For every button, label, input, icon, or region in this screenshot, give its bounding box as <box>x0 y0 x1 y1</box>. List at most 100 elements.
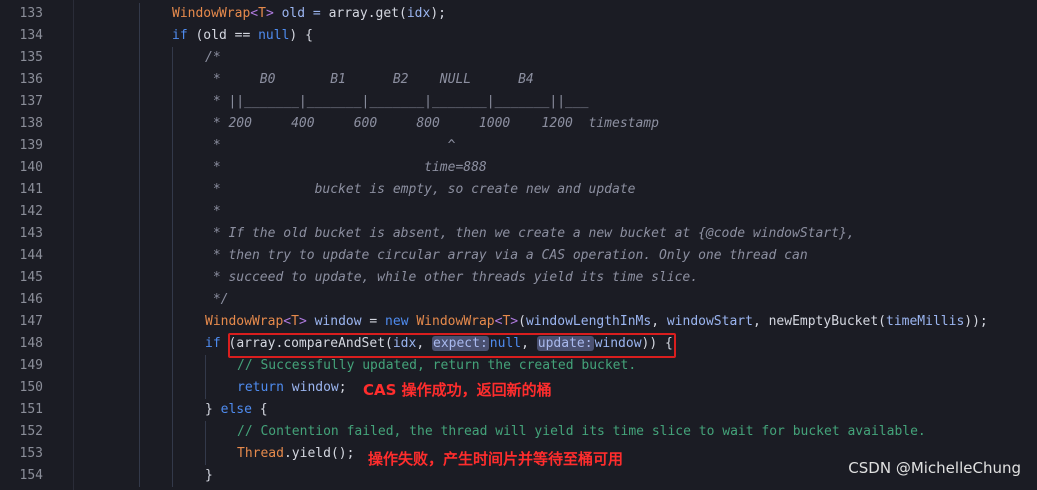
annotation-cas-success: CAS 操作成功，返回新的桶 <box>363 381 552 399</box>
code-line[interactable]: 149 // Successfully updated, return the … <box>0 355 1037 377</box>
code-line[interactable]: 140 * time=888 <box>0 157 1037 179</box>
indent-guide <box>139 465 140 487</box>
indent-guide <box>139 47 140 69</box>
indent-guide <box>139 355 140 377</box>
line-number: 146 <box>19 292 43 307</box>
code-line[interactable]: 144 * then try to update circular array … <box>0 245 1037 267</box>
comment-text: * succeed to update, while other threads… <box>205 270 699 285</box>
indent-guide <box>139 289 140 311</box>
line-number: 137 <box>19 94 43 109</box>
code-line[interactable]: 147 WindowWrap<T> window = new WindowWra… <box>0 311 1037 333</box>
code-text: return window; <box>237 380 347 395</box>
line-number: 140 <box>19 160 43 175</box>
indent-guide <box>172 333 173 355</box>
indent-guide <box>139 3 140 25</box>
line-number: 138 <box>19 116 43 131</box>
indent-guide <box>172 465 173 487</box>
indent-guide <box>139 223 140 245</box>
code-text: WindowWrap<T> old = array.get(idx); <box>172 6 446 21</box>
indent-guide <box>139 267 140 289</box>
comment-text: * ||_______|_______|_______|_______|____… <box>205 94 589 109</box>
code-line[interactable]: 141 * bucket is empty, so create new and… <box>0 179 1037 201</box>
line-number: 136 <box>19 72 43 87</box>
indent-guide <box>172 399 173 421</box>
comment-text: * If the old bucket is absent, then we c… <box>205 226 855 241</box>
code-line[interactable]: 137 * ||_______|_______|_______|_______|… <box>0 91 1037 113</box>
indent-guide <box>172 201 173 223</box>
code-text: } <box>205 468 213 483</box>
indent-guide <box>139 399 140 421</box>
indent-guide <box>139 113 140 135</box>
line-number: 154 <box>19 468 43 483</box>
comment-text: // Contention failed, the thread will yi… <box>237 424 926 439</box>
line-number: 141 <box>19 182 43 197</box>
line-number: 139 <box>19 138 43 153</box>
code-line[interactable]: 133 WindowWrap<T> old = array.get(idx); <box>0 3 1037 25</box>
comment-text: * B0 B1 B2 NULL B4 <box>205 72 534 87</box>
indent-guide <box>172 421 173 443</box>
highlight-box <box>228 333 676 358</box>
comment-text: // Successfully updated, return the crea… <box>237 358 637 373</box>
indent-guide <box>139 69 140 91</box>
code-line[interactable]: 136 * B0 B1 B2 NULL B4 <box>0 69 1037 91</box>
indent-guide <box>205 443 206 465</box>
indent-guide <box>139 25 140 47</box>
line-number: 142 <box>19 204 43 219</box>
watermark: CSDN @MichelleChung <box>848 459 1021 477</box>
indent-guide <box>172 311 173 333</box>
line-number: 149 <box>19 358 43 373</box>
comment-text: /* <box>205 50 221 65</box>
indent-guide <box>172 355 173 377</box>
code-line[interactable]: 138 * 200 400 600 800 1000 1200 timestam… <box>0 113 1037 135</box>
comment-text: * then try to update circular array via … <box>205 248 808 263</box>
indent-guide <box>172 135 173 157</box>
line-number: 133 <box>19 6 43 21</box>
indent-guide <box>172 91 173 113</box>
line-number: 147 <box>19 314 43 329</box>
indent-guide <box>139 377 140 399</box>
line-number: 148 <box>19 336 43 351</box>
code-text: if (old == null) { <box>172 28 313 43</box>
indent-guide <box>205 377 206 399</box>
code-line[interactable]: 134 if (old == null) { <box>0 25 1037 47</box>
code-line[interactable]: 151 } else { <box>0 399 1037 421</box>
indent-guide <box>205 355 206 377</box>
line-number: 144 <box>19 248 43 263</box>
line-number: 145 <box>19 270 43 285</box>
annotation-cas-fail: 操作失败，产生时间片并等待至桶可用 <box>368 450 624 468</box>
indent-guide <box>139 157 140 179</box>
comment-text: * 200 400 600 800 1000 1200 timestamp <box>205 116 659 131</box>
comment-text: */ <box>205 292 229 307</box>
line-number: 134 <box>19 28 43 43</box>
code-text: Thread.yield(); <box>237 446 355 461</box>
indent-guide <box>139 333 140 355</box>
line-number: 151 <box>19 402 43 417</box>
code-editor[interactable]: 133 WindowWrap<T> old = array.get(idx); … <box>0 0 1037 490</box>
comment-text: * bucket is empty, so create new and upd… <box>205 182 636 197</box>
line-number: 143 <box>19 226 43 241</box>
line-number: 135 <box>19 50 43 65</box>
code-line[interactable]: 145 * succeed to update, while other thr… <box>0 267 1037 289</box>
indent-guide <box>172 179 173 201</box>
indent-guide <box>139 443 140 465</box>
indent-guide <box>139 179 140 201</box>
code-line[interactable]: 142 * <box>0 201 1037 223</box>
indent-guide <box>139 201 140 223</box>
indent-guide <box>139 421 140 443</box>
code-line[interactable]: 152 // Contention failed, the thread wil… <box>0 421 1037 443</box>
indent-guide <box>172 223 173 245</box>
indent-guide <box>139 91 140 113</box>
indent-guide <box>139 135 140 157</box>
code-line[interactable]: 139 * ^ <box>0 135 1037 157</box>
code-line[interactable]: 143 * If the old bucket is absent, then … <box>0 223 1037 245</box>
indent-guide <box>172 47 173 69</box>
indent-guide <box>172 113 173 135</box>
code-line[interactable]: 146 */ <box>0 289 1037 311</box>
indent-guide <box>172 377 173 399</box>
code-text: WindowWrap<T> window = new WindowWrap<T>… <box>205 314 988 329</box>
indent-guide <box>172 267 173 289</box>
indent-guide <box>172 289 173 311</box>
code-line[interactable]: 135 /* <box>0 47 1037 69</box>
line-number: 152 <box>19 424 43 439</box>
indent-guide <box>205 421 206 443</box>
